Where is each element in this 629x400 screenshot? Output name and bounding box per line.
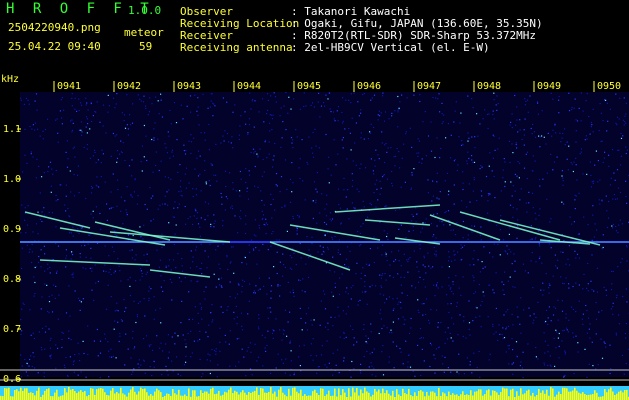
- y-tick-label: 0.9: [3, 224, 22, 235]
- y-tick-label: 0.8: [3, 274, 22, 285]
- y-tick-label: 0.7: [3, 324, 22, 335]
- x-tick-label: 0943: [177, 81, 202, 92]
- capture-datetime: 25.04.22 09:40: [8, 40, 101, 53]
- x-tick-label: 0946: [357, 81, 382, 92]
- info-value-antenna: : 2el-HB9CV Vertical (el. E-W): [291, 41, 490, 54]
- x-tick-label: 0941: [57, 81, 82, 92]
- y-tick-label: 1.0: [3, 174, 22, 185]
- x-tick-label: 0947: [417, 81, 442, 92]
- x-tick-label: 0945: [297, 81, 322, 92]
- x-tick-label: 0948: [477, 81, 502, 92]
- x-tick-label: 0950: [597, 81, 622, 92]
- spectrogram: [0, 81, 629, 400]
- y-tick-label: 1.1: [3, 124, 22, 135]
- x-tick-label: 0942: [117, 81, 142, 92]
- meteor-count: 59: [139, 40, 153, 53]
- x-tick-label: 0949: [537, 81, 562, 92]
- meteor-label: meteor: [124, 26, 164, 39]
- y-axis-unit: kHz: [1, 74, 20, 85]
- info-label-antenna: Receiving antenna: [180, 41, 293, 54]
- file-name: 2504220940.png: [8, 21, 101, 34]
- app-version: 1.0.0: [128, 4, 162, 17]
- y-tick-label: 0.6: [3, 374, 22, 385]
- x-tick-label: 0944: [237, 81, 262, 92]
